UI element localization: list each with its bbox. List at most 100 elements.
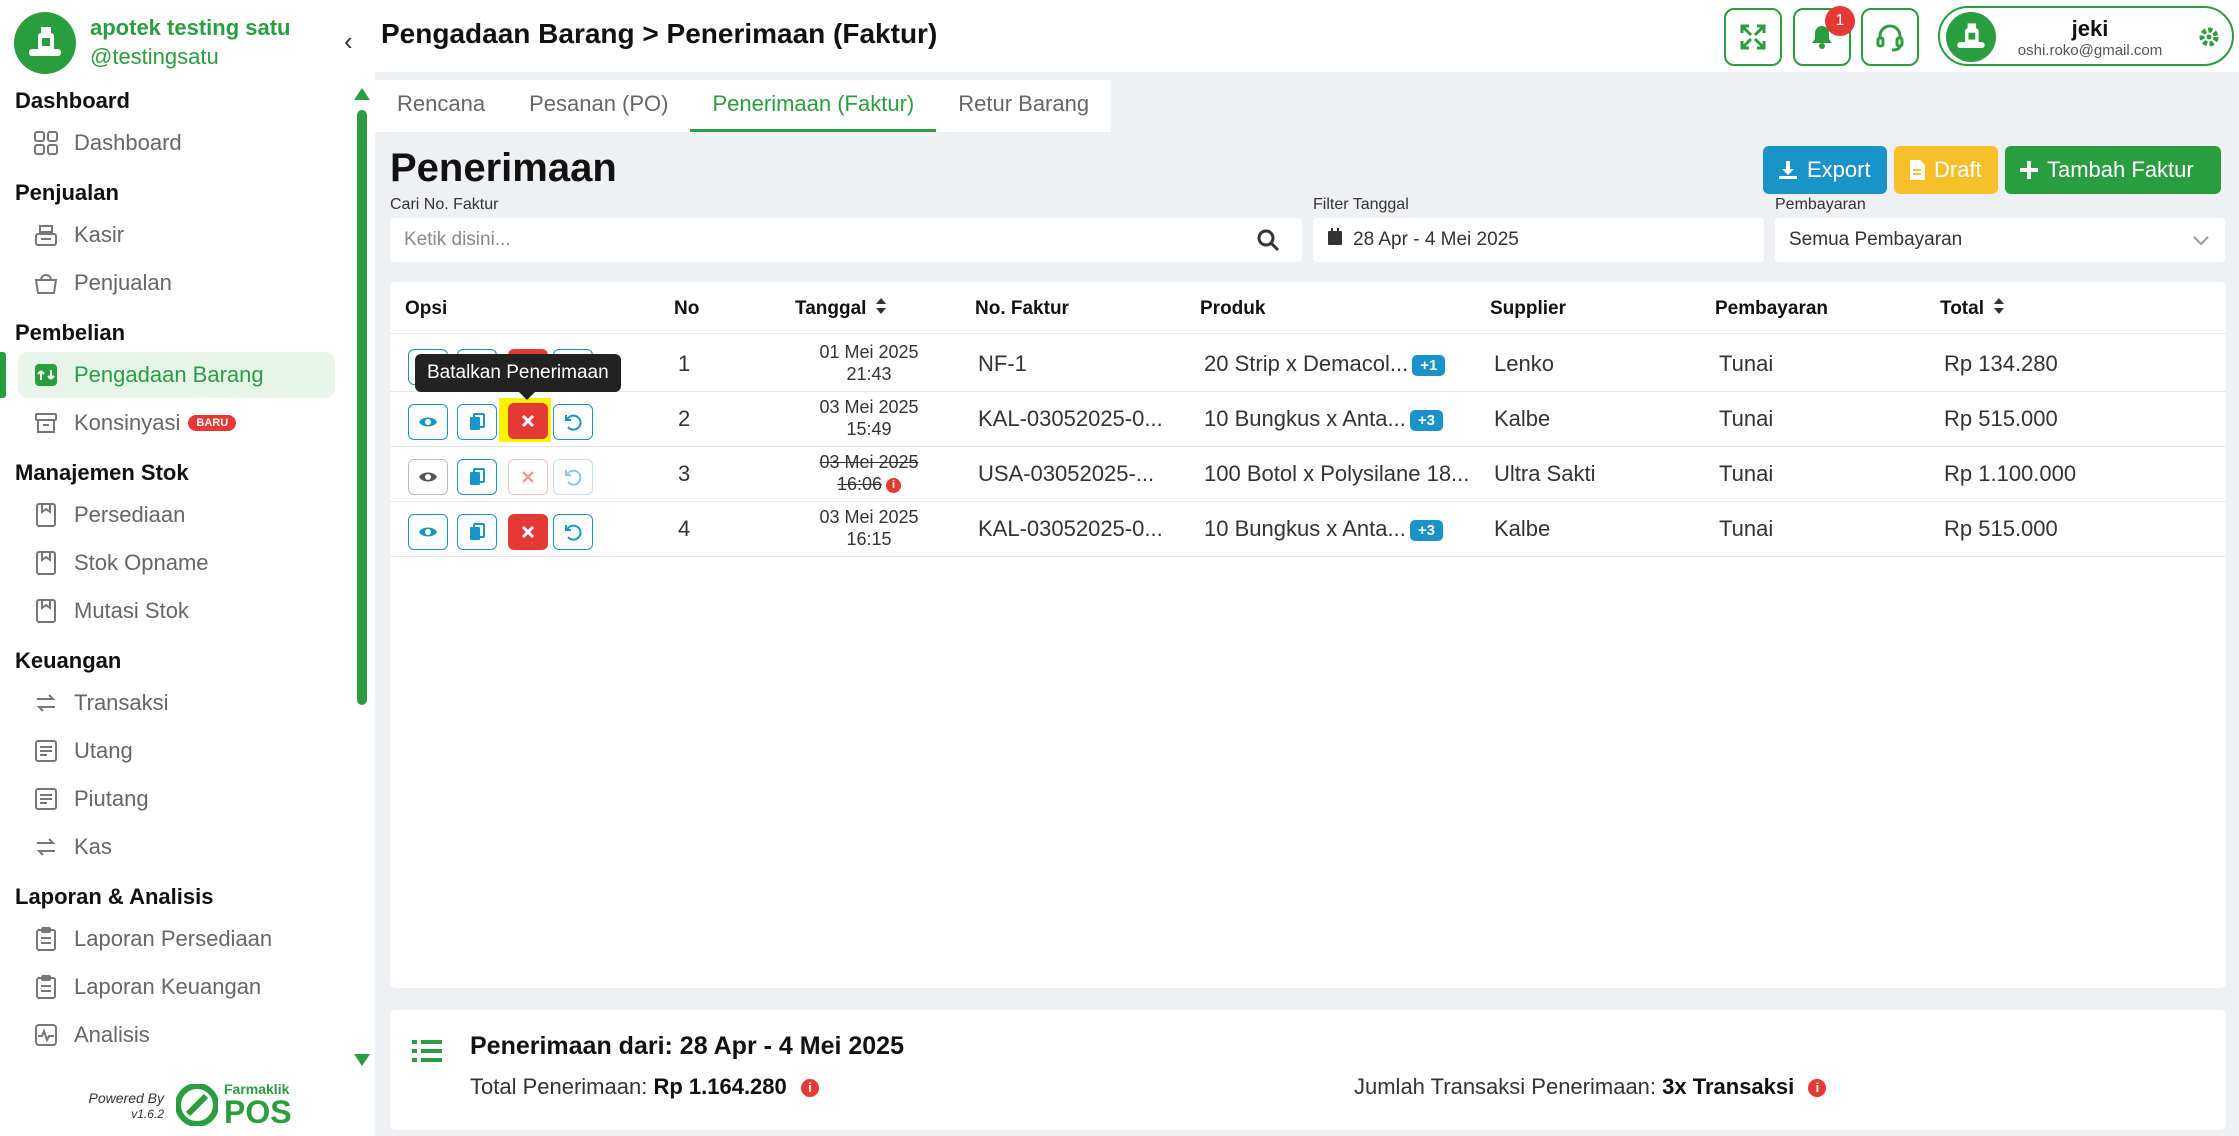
search-icon[interactable] <box>1256 228 1280 258</box>
add-invoice-button[interactable]: Tambah Faktur <box>2005 146 2221 194</box>
section-title: Laporan & Analisis <box>15 884 214 909</box>
section-title: Penjualan <box>15 180 119 205</box>
transfer-icon <box>32 689 60 717</box>
summary-count-label: Jumlah Transaksi Penerimaan: <box>1354 1074 1657 1099</box>
row-invoice-number: KAL-03052025-0... <box>978 406 1163 431</box>
sidebar-item-label: Piutang <box>74 786 149 811</box>
export-button[interactable]: Export <box>1763 146 1887 194</box>
payment-select[interactable]: Semua Pembayaran <box>1775 218 2225 262</box>
row-product: 20 Strip x Demacol... +1 <box>1204 351 1446 377</box>
row-supplier: Ultra Sakti <box>1494 461 1596 486</box>
list-icon <box>412 1038 442 1069</box>
sidebar-item-label: Stok Opname <box>74 550 209 575</box>
sidebar-item-piutang[interactable]: Piutang <box>18 776 335 822</box>
invoice-table: Opsi No Tanggal No. Faktur Produk Suppli… <box>390 282 2226 988</box>
copy-button[interactable] <box>457 404 497 440</box>
column-header: Pembayaran <box>1715 298 1829 319</box>
date-range-picker[interactable]: 28 Apr - 4 Mei 2025 <box>1313 218 1764 262</box>
info-icon[interactable]: i <box>1808 1079 1827 1098</box>
receipt-icon <box>32 737 60 765</box>
grid-icon <box>32 129 60 157</box>
eye-icon <box>419 417 437 427</box>
column-header-sortable[interactable]: Total <box>1940 298 2004 320</box>
scroll-down-arrow-icon[interactable] <box>354 1054 370 1066</box>
view-button[interactable] <box>408 404 448 440</box>
row-payment: Tunai <box>1719 406 1774 431</box>
more-products-badge[interactable]: +3 <box>1409 519 1443 541</box>
date-range-value: 28 Apr - 4 Mei 2025 <box>1353 229 1519 250</box>
column-header-sortable[interactable]: Tanggal <box>795 298 887 320</box>
plus-icon <box>2020 161 2038 179</box>
notification-button[interactable]: 1 <box>1793 6 1855 66</box>
sidebar-item-konsinyasi[interactable]: Konsinyasi BARU <box>18 400 335 446</box>
copy-button[interactable] <box>457 459 497 495</box>
user-profile[interactable]: jeki oshi.roko@gmail.com <box>1938 6 2234 66</box>
support-button[interactable] <box>1861 8 1919 66</box>
app-version: v1.6.2 <box>131 1107 164 1121</box>
more-products-badge[interactable]: +3 <box>1409 409 1443 431</box>
gear-icon[interactable] <box>2198 26 2220 53</box>
row-number: 3 <box>678 461 691 486</box>
copy-icon <box>470 523 485 540</box>
search-input[interactable]: Ketik disini... <box>390 218 1302 262</box>
info-icon[interactable]: i <box>886 477 902 493</box>
collapse-sidebar-icon[interactable]: ‹ <box>344 26 353 57</box>
view-button[interactable] <box>408 459 448 495</box>
sidebar-item-label: Utang <box>74 738 133 763</box>
tab-retur-barang[interactable]: Retur Barang <box>936 80 1112 132</box>
more-products-badge[interactable]: +1 <box>1412 354 1446 376</box>
sidebar-item-label: Konsinyasi <box>74 410 181 435</box>
sidebar-item-pengadaan-barang[interactable]: Pengadaan Barang <box>18 352 335 398</box>
payment-select-value: Semua Pembayaran <box>1789 229 1963 250</box>
sort-icon <box>1993 298 2004 320</box>
sidebar-item-penjualan[interactable]: Penjualan <box>18 260 335 306</box>
avatar <box>1946 12 1996 62</box>
tab-rencana[interactable]: Rencana <box>375 80 508 132</box>
brand[interactable]: apotek testing satu @testingsatu <box>14 12 290 74</box>
view-button[interactable] <box>408 514 448 550</box>
sidebar-item-label: Transaksi <box>74 690 169 715</box>
return-button[interactable] <box>553 404 593 440</box>
scroll-up-arrow-icon[interactable] <box>354 88 370 100</box>
return-button[interactable] <box>553 514 593 550</box>
date-filter-label: Filter Tanggal <box>1313 196 1409 213</box>
tab-penerimaan-faktur[interactable]: Penerimaan (Faktur) <box>690 80 937 132</box>
headset-icon <box>1876 24 1904 52</box>
sidebar-item-kasir[interactable]: Kasir <box>18 212 335 258</box>
powered-by-label: Powered By <box>88 1090 164 1106</box>
column-header: No. Faktur <box>975 298 1069 319</box>
row-supplier: Kalbe <box>1494 516 1551 541</box>
brand-handle: @testingsatu <box>90 44 219 69</box>
summary-total: Total Penerimaan: Rp 1.164.280 i <box>470 1074 819 1100</box>
archive-icon <box>32 409 60 437</box>
user-name: jeki <box>2071 16 2109 41</box>
sidebar-item-label: Analisis <box>74 1022 150 1047</box>
sidebar-item-stok-opname[interactable]: Stok Opname <box>18 540 335 586</box>
sidebar-item-analisis[interactable]: Analisis <box>18 1012 335 1058</box>
info-icon[interactable]: i <box>800 1079 819 1098</box>
sidebar-item-transaksi[interactable]: Transaksi <box>18 680 335 726</box>
cancel-button[interactable] <box>508 514 548 550</box>
tab-pesanan-po[interactable]: Pesanan (PO) <box>507 80 691 132</box>
procurement-icon <box>32 361 60 389</box>
logo-text-bottom: POS <box>224 1094 292 1130</box>
cancel-receipt-button[interactable] <box>508 403 548 439</box>
copy-button[interactable] <box>457 514 497 550</box>
sidebar-scroll-thumb[interactable] <box>357 110 367 705</box>
row-date: 03 Mei 2025 15:49 <box>789 396 949 440</box>
stock-mutation-icon <box>32 597 60 625</box>
draft-button[interactable]: Draft <box>1894 146 1998 194</box>
sidebar-item-laporan-persediaan[interactable]: Laporan Persediaan <box>18 916 335 962</box>
sidebar-item-label: Dashboard <box>74 130 182 155</box>
sidebar-item-persediaan[interactable]: Persediaan <box>18 492 335 538</box>
row-date-time: 16:06 <box>836 474 883 494</box>
row-total: Rp 515.000 <box>1944 516 2058 541</box>
row-date: 03 Mei 2025 16:06 i <box>789 451 949 495</box>
sidebar-item-dashboard[interactable]: Dashboard <box>18 120 335 166</box>
row-product-name: 100 Botol x Polysilane 18... <box>1204 461 1470 486</box>
fullscreen-button[interactable] <box>1724 8 1782 66</box>
sidebar-item-utang[interactable]: Utang <box>18 728 335 774</box>
sidebar-item-laporan-keuangan[interactable]: Laporan Keuangan <box>18 964 335 1010</box>
sidebar-item-kas[interactable]: Kas <box>18 824 335 870</box>
sidebar-item-mutasi-stok[interactable]: Mutasi Stok <box>18 588 335 634</box>
